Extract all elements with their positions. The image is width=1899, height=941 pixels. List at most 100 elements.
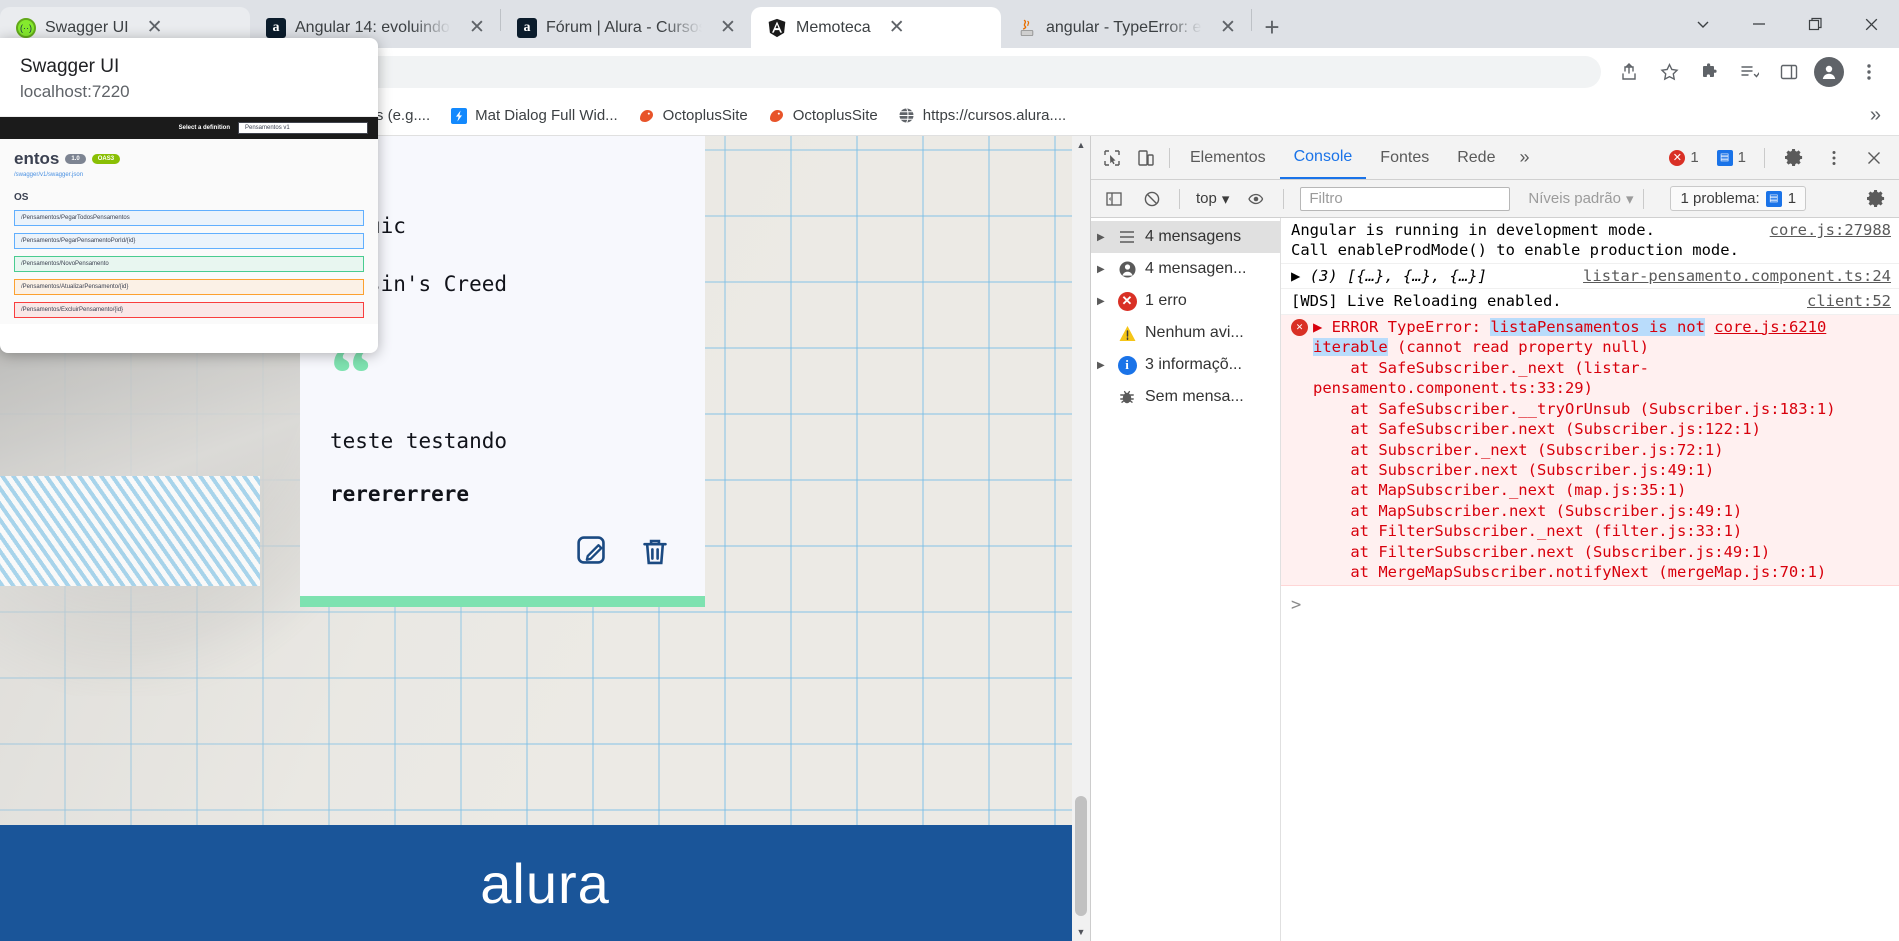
divider: [1169, 147, 1170, 168]
sidebar-item-errors[interactable]: ▶ ✕ 1 erro: [1091, 285, 1280, 317]
error-stack-line[interactable]: at FilterSubscriber._next (filter.js:33:…: [1313, 522, 1742, 540]
more-tabs-icon[interactable]: »: [1509, 147, 1539, 168]
clear-console-icon[interactable]: [1135, 182, 1169, 216]
chevron-right-icon[interactable]: ▶: [1097, 360, 1109, 371]
quote-mark: “: [330, 136, 675, 201]
scroll-up-arrow-icon[interactable]: ▲: [1072, 136, 1090, 154]
console-filter-input[interactable]: Filtro: [1300, 186, 1511, 211]
new-tab-button[interactable]: +: [1252, 9, 1292, 45]
chevron-down-icon: ▾: [1625, 190, 1634, 208]
console-error-source[interactable]: core.js:6210: [1714, 318, 1826, 336]
bookmark-mat-dialog[interactable]: Mat Dialog Full Wid...: [441, 102, 627, 130]
error-counter[interactable]: ✕ 1: [1663, 147, 1704, 168]
sidebar-item-verbose[interactable]: Sem mensa...: [1091, 381, 1280, 413]
tab-close-icon[interactable]: ✕: [144, 17, 166, 39]
share-icon[interactable]: [1609, 52, 1649, 92]
profile-avatar-icon[interactable]: [1809, 52, 1849, 92]
sidebar-item-user-messages[interactable]: ▶ 4 mensagen...: [1091, 253, 1280, 285]
tab-close-icon[interactable]: ✕: [1217, 17, 1239, 39]
console-settings-gear-icon[interactable]: [1859, 182, 1893, 216]
reading-list-icon[interactable]: [1729, 52, 1769, 92]
log-levels-value: Níveis padrão: [1528, 190, 1621, 207]
tab-console[interactable]: Console: [1279, 136, 1367, 179]
browser-tab-angular-typeerror[interactable]: angular - TypeError: entid ✕: [1001, 7, 1251, 48]
console-message[interactable]: Angular is running in development mode. …: [1281, 218, 1899, 264]
error-stack-line[interactable]: at Subscriber.next (Subscriber.js:49:1): [1313, 461, 1714, 479]
bookmark-star-icon[interactable]: [1649, 52, 1689, 92]
info-counter[interactable]: ▤ 1: [1711, 147, 1752, 168]
error-head-rest: (cannot read property null): [1387, 338, 1649, 357]
chevron-right-icon[interactable]: ▶: [1097, 232, 1109, 243]
bookmark-cursos-alura[interactable]: https://cursos.alura....: [889, 102, 1075, 130]
maximize-restore-icon[interactable]: [1787, 3, 1843, 45]
tab-close-icon[interactable]: ✕: [886, 17, 908, 39]
tab-search-chevron-down-icon[interactable]: [1675, 3, 1731, 45]
scroll-down-arrow-icon[interactable]: ▼: [1072, 923, 1090, 941]
bookmarks-overflow-button[interactable]: »: [1858, 104, 1893, 127]
extensions-puzzle-icon[interactable]: [1689, 52, 1729, 92]
console-error-message[interactable]: ✕ ▶ ERROR TypeError: listaPensamentos is…: [1281, 314, 1899, 586]
edit-icon[interactable]: [573, 532, 613, 572]
close-icon[interactable]: [1857, 141, 1891, 175]
error-stack-line[interactable]: at MergeMapSubscriber.notifyNext (mergeM…: [1313, 563, 1826, 581]
execution-context-selector[interactable]: top ▾: [1190, 188, 1235, 210]
error-icon: ✕: [1669, 149, 1686, 166]
console-message-source[interactable]: listar-pensamento.component.ts:24: [1573, 266, 1891, 286]
tab-close-icon[interactable]: ✕: [466, 17, 488, 39]
sidebar-item-info[interactable]: ▶ i 3 informaçõ...: [1091, 349, 1280, 381]
problems-badge[interactable]: 1 problema: ▤ 1: [1670, 186, 1807, 211]
three-dot-menu-icon[interactable]: [1849, 52, 1889, 92]
bookmark-octoplussite-2[interactable]: OctoplusSite: [759, 102, 887, 130]
definition-select: Pensamentos v1: [238, 122, 368, 134]
bookmark-label: OctoplusSite: [662, 107, 748, 124]
tab-elementos[interactable]: Elementos: [1176, 136, 1280, 179]
live-expression-icon[interactable]: [1239, 182, 1273, 216]
sidebar-item-label: 4 mensagen...: [1145, 260, 1247, 277]
three-dot-menu-icon[interactable]: [1817, 141, 1851, 175]
card-actions: [330, 532, 675, 572]
sidebar-item-label: Nenhum avi...: [1145, 324, 1244, 341]
sidebar-item-warnings[interactable]: Nenhum avi...: [1091, 317, 1280, 349]
sidebar-item-all-messages[interactable]: ▶ 4 mensagens: [1091, 221, 1280, 253]
thought-text-line2: sassin's Creed: [330, 271, 508, 296]
page-scrollbar[interactable]: ▲ ▼: [1072, 136, 1090, 941]
inspect-element-icon[interactable]: [1095, 141, 1129, 175]
error-stack-line[interactable]: at SafeSubscriber.__tryOrUnsub (Subscrib…: [1313, 400, 1835, 418]
error-stack-line[interactable]: at SafeSubscriber._next (listar-pensamen…: [1313, 359, 1649, 397]
console-message-source[interactable]: core.js:27988: [1760, 220, 1891, 240]
tab-close-icon[interactable]: ✕: [717, 17, 739, 39]
console-message[interactable]: ▶ (3) [{…}, {…}, {…}] listar-pensamento.…: [1281, 264, 1899, 290]
tab-rede[interactable]: Rede: [1443, 136, 1509, 179]
bookmark-label: Mat Dialog Full Wid...: [475, 107, 618, 124]
console-prompt[interactable]: >: [1281, 586, 1899, 624]
bookmark-octoplussite-1[interactable]: OctoplusSite: [629, 102, 757, 130]
error-stack-line[interactable]: at MapSubscriber.next (Subscriber.js:49:…: [1313, 502, 1742, 520]
tab-fontes[interactable]: Fontes: [1366, 136, 1443, 179]
console-message[interactable]: [WDS] Live Reloading enabled. client:52: [1281, 289, 1899, 315]
close-window-icon[interactable]: [1843, 3, 1899, 45]
error-stack-line[interactable]: at Subscriber._next (Subscriber.js:72:1): [1313, 441, 1723, 459]
browser-tab-forum-alura[interactable]: a Fórum | Alura - Cursos on ✕: [501, 7, 751, 48]
tab-title: Fórum | Alura - Cursos on: [546, 18, 702, 36]
minimize-icon[interactable]: [1731, 3, 1787, 45]
error-stack-line[interactable]: at FilterSubscriber.next (Subscriber.js:…: [1313, 543, 1770, 561]
console-sidebar-toggle-icon[interactable]: [1097, 182, 1131, 216]
browser-tab-memoteca[interactable]: Memoteca ✕: [751, 7, 1001, 48]
chevron-right-icon[interactable]: ▶: [1097, 296, 1109, 307]
swagger-api-title: entos: [14, 149, 60, 168]
log-levels-dropdown[interactable]: Níveis padrão ▾: [1528, 190, 1633, 208]
scrollbar-thumb[interactable]: [1075, 796, 1087, 916]
console-message-source[interactable]: client:52: [1797, 291, 1891, 311]
warning-icon: [1116, 322, 1138, 344]
delete-icon[interactable]: [635, 532, 675, 572]
error-stack-line[interactable]: at MapSubscriber._next (map.js:35:1): [1313, 481, 1686, 499]
error-stack-line[interactable]: at SafeSubscriber.next (Subscriber.js:12…: [1313, 420, 1761, 438]
side-panel-icon[interactable]: [1769, 52, 1809, 92]
gear-icon[interactable]: [1777, 141, 1811, 175]
error-head-prefix: ▶ ERROR TypeError:: [1313, 317, 1491, 336]
device-toolbar-icon[interactable]: [1129, 141, 1163, 175]
chevron-right-icon[interactable]: ▶: [1097, 264, 1109, 275]
console-message-list: Angular is running in development mode. …: [1281, 218, 1899, 941]
chevron-down-icon: ▾: [1221, 190, 1230, 208]
execution-context-value: top: [1196, 190, 1217, 207]
